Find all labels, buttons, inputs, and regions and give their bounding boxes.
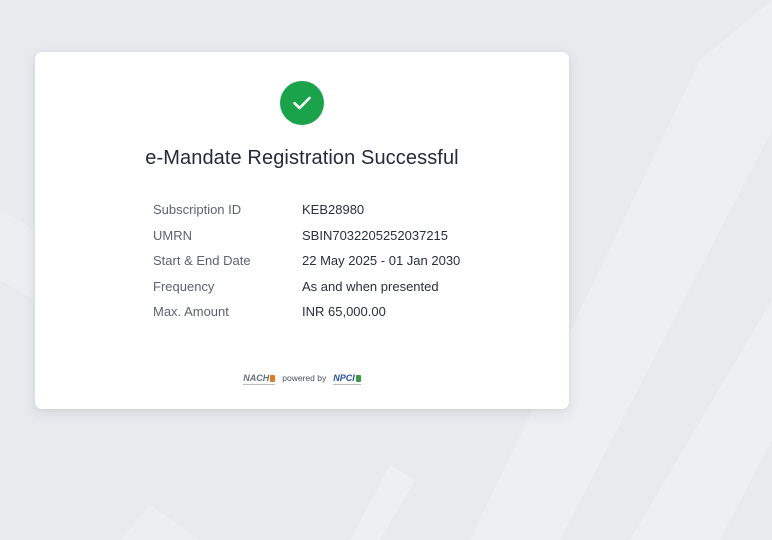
mandate-details: Subscription ID KEB28980 UMRN SBIN703220…: [153, 197, 460, 325]
detail-value: INR 65,000.00: [302, 304, 386, 320]
powered-by-text: powered by: [282, 373, 327, 383]
detail-row-subscription-id: Subscription ID KEB28980: [153, 197, 460, 223]
detail-label: Max. Amount: [153, 304, 229, 320]
page-title: e-Mandate Registration Successful: [145, 147, 459, 169]
nach-logo-mark: [270, 374, 276, 382]
npci-logo-text: NPCI: [333, 373, 355, 383]
nach-logo-text: NACH: [243, 373, 270, 383]
detail-value: As and when presented: [302, 278, 439, 294]
success-badge: [280, 81, 324, 125]
detail-value: KEB28980: [302, 202, 365, 218]
nach-logo: NACH: [243, 373, 276, 385]
detail-value: 22 May 2025 - 01 Jan 2030: [302, 253, 461, 269]
powered-by-footer: NACH powered by NPCI: [35, 373, 569, 385]
detail-row-frequency: Frequency As and when presented: [153, 274, 460, 300]
check-icon: [293, 96, 311, 110]
detail-label: Start & End Date: [153, 253, 251, 269]
npci-logo: NPCI: [333, 373, 361, 385]
detail-value: SBIN7032205252037215: [302, 227, 449, 243]
detail-label: Frequency: [153, 278, 215, 294]
detail-label: UMRN: [153, 227, 192, 243]
detail-row-date-range: Start & End Date 22 May 2025 - 01 Jan 20…: [153, 248, 460, 274]
detail-row-umrn: UMRN SBIN7032205252037215: [153, 223, 460, 249]
detail-row-max-amount: Max. Amount INR 65,000.00: [153, 299, 460, 325]
npci-logo-mark: [355, 374, 361, 382]
mandate-success-card: e-Mandate Registration Successful Subscr…: [35, 52, 569, 409]
detail-label: Subscription ID: [153, 202, 242, 218]
